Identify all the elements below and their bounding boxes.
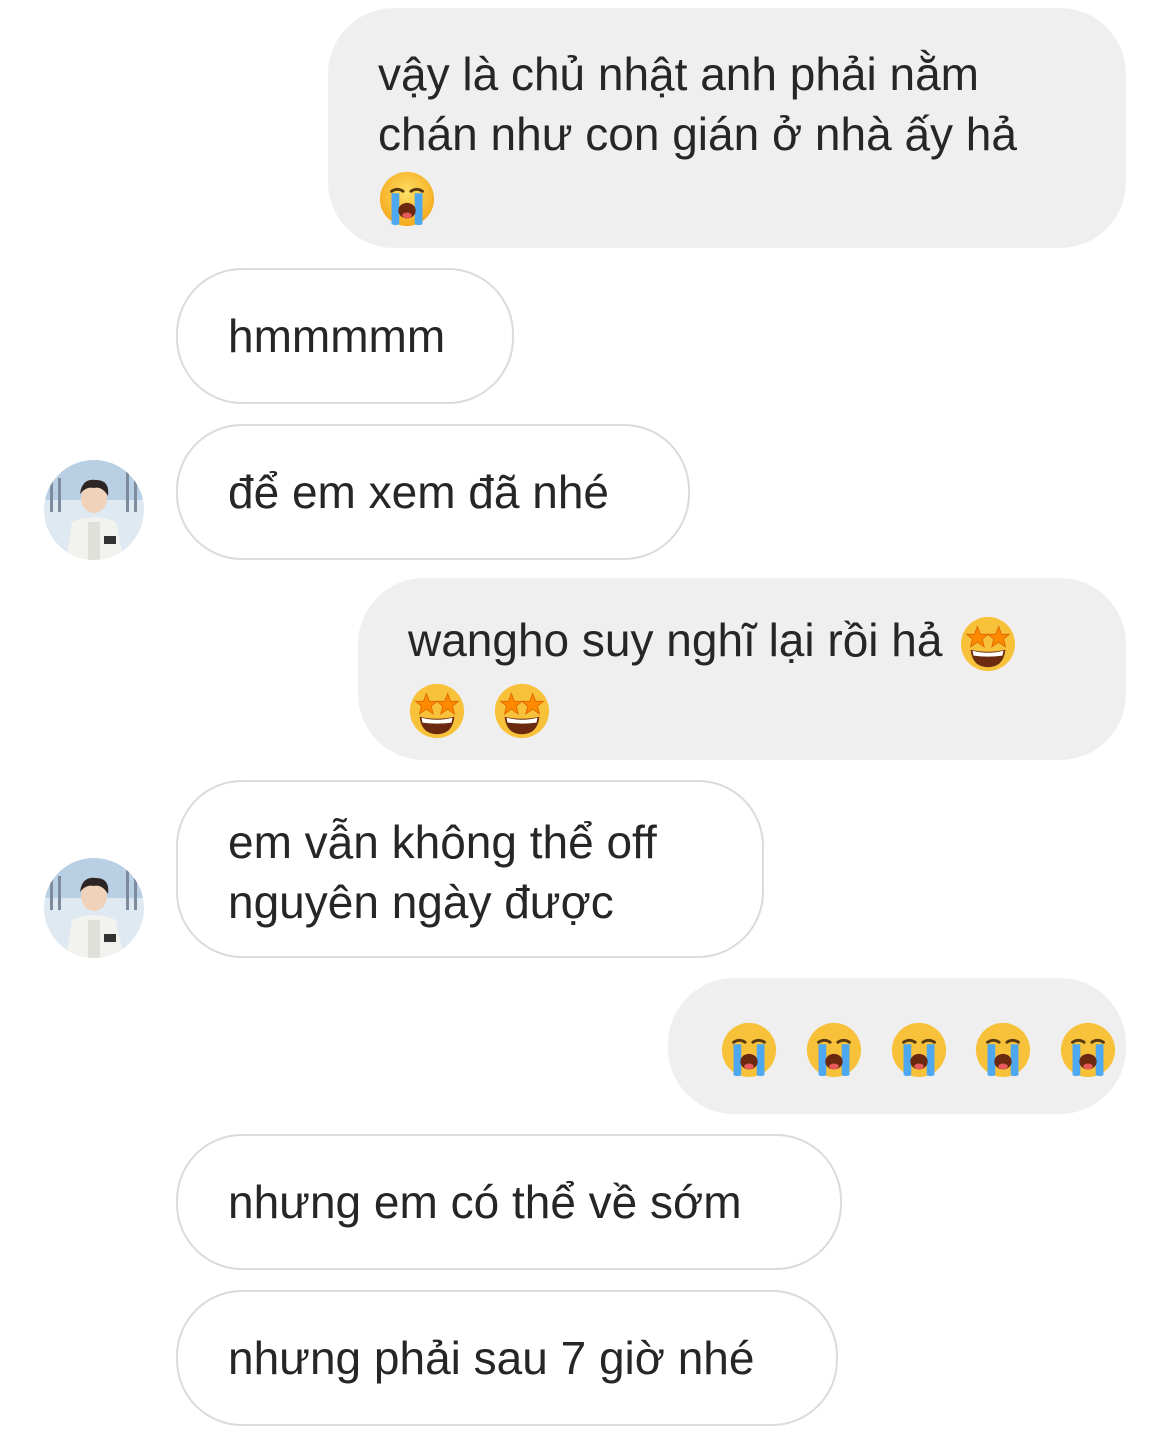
avatar[interactable] bbox=[44, 858, 144, 958]
message-bubble-sent[interactable]: vậy là chủ nhật anh phải nằm chán như co… bbox=[328, 8, 1126, 248]
message-text: nhưng em có thể về sớm bbox=[228, 1176, 742, 1228]
message-text: nhưng phải sau 7 giờ nhé bbox=[228, 1332, 755, 1384]
message-text: vậy là chủ nhật anh phải nằm chán như co… bbox=[378, 48, 1017, 160]
loudly-crying-face-icon bbox=[1059, 1021, 1117, 1079]
loudly-crying-face-icon bbox=[378, 170, 436, 228]
message-bubble-sent[interactable]: wangho suy nghĩ lại rồi hả bbox=[358, 578, 1126, 760]
message-bubble-received[interactable]: để em xem đã nhé bbox=[176, 424, 690, 560]
loudly-crying-face-icon bbox=[974, 1021, 1032, 1079]
message-text: hmmmmm bbox=[228, 310, 446, 362]
message-bubble-sent[interactable] bbox=[668, 978, 1126, 1114]
loudly-crying-face-icon bbox=[720, 1021, 778, 1079]
star-struck-face-icon bbox=[959, 615, 1017, 673]
message-bubble-received[interactable]: hmmmmm bbox=[176, 268, 514, 404]
emoji-row bbox=[720, 1016, 1126, 1079]
star-struck-face-icon bbox=[408, 682, 466, 740]
star-struck-face-icon bbox=[493, 682, 551, 740]
loudly-crying-face-icon bbox=[805, 1021, 863, 1079]
message-bubble-received[interactable]: nhưng em có thể về sớm bbox=[176, 1134, 842, 1270]
avatar[interactable] bbox=[44, 460, 144, 560]
message-bubble-received[interactable]: nhưng phải sau 7 giờ nhé bbox=[176, 1290, 838, 1426]
message-text: để em xem đã nhé bbox=[228, 466, 610, 518]
message-text: em vẫn không thể off nguyên ngày được bbox=[228, 816, 657, 928]
message-bubble-received[interactable]: em vẫn không thể off nguyên ngày được bbox=[176, 780, 764, 958]
loudly-crying-face-icon bbox=[890, 1021, 948, 1079]
message-text: wangho suy nghĩ lại rồi hả bbox=[408, 614, 943, 666]
